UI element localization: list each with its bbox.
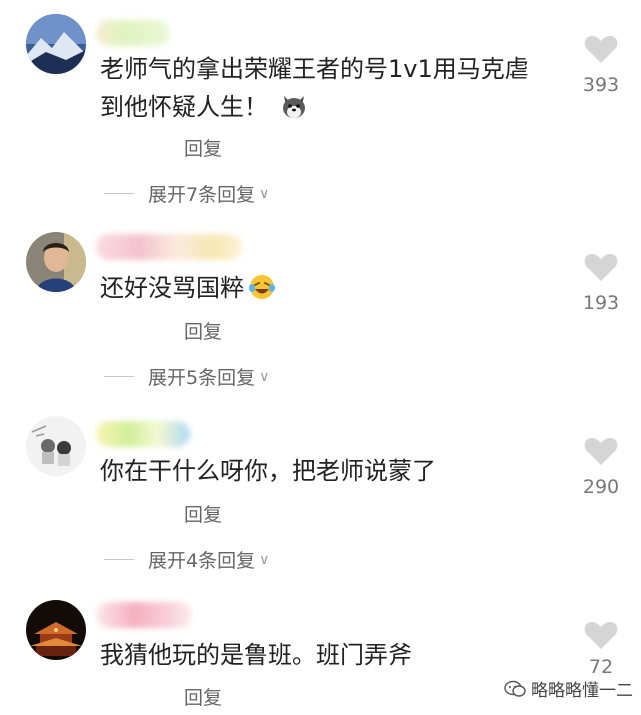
expand-replies-button[interactable]: 展开5条回复 ∨: [104, 363, 269, 390]
watermark: 略略略懂一二: [504, 676, 633, 701]
like-count: 193: [582, 292, 620, 314]
divider-line: [104, 193, 134, 194]
expand-replies-button[interactable]: 展开4条回复 ∨: [104, 546, 269, 573]
avatar[interactable]: [26, 600, 86, 660]
divider-line: [104, 376, 134, 377]
heart-icon: [584, 35, 618, 63]
username-blurred[interactable]: [96, 234, 242, 260]
username-blurred[interactable]: [96, 421, 190, 447]
avatar[interactable]: [26, 14, 86, 74]
comment-text: 还好没骂国粹: [100, 269, 276, 307]
like-button[interactable]: 290: [579, 436, 623, 498]
wechat-icon: [504, 680, 526, 697]
comment-text: 老师气的拿出荣耀王者的号1v1用马克虐: [100, 55, 529, 83]
chevron-down-icon: ∨: [259, 185, 270, 202]
comment-text-line2: 到他怀疑人生！: [100, 93, 268, 121]
chevron-down-icon: ∨: [259, 551, 270, 568]
reply-button[interactable]: 回复: [184, 500, 222, 527]
heart-icon: [584, 253, 618, 281]
laughing-tears-emoji: [249, 275, 275, 299]
expand-replies-label: 展开5条回复: [148, 367, 256, 389]
username-blurred[interactable]: [96, 20, 170, 46]
avatar[interactable]: [26, 232, 86, 292]
reply-button[interactable]: 回复: [184, 134, 222, 161]
like-button[interactable]: 72: [579, 620, 623, 678]
expand-replies-button[interactable]: 展开7条回复 ∨: [104, 180, 269, 207]
like-count: 72: [588, 656, 614, 678]
username-blurred[interactable]: [96, 602, 192, 628]
like-button[interactable]: 393: [579, 34, 623, 96]
like-count: 393: [582, 74, 620, 96]
comment-text: 你在干什么呀你，把老师说蒙了: [100, 457, 436, 485]
husky-dog-emoji: [283, 96, 305, 118]
avatar[interactable]: [26, 416, 86, 476]
reply-button[interactable]: 回复: [184, 683, 222, 710]
like-count: 290: [582, 476, 620, 498]
chevron-down-icon: ∨: [259, 368, 270, 385]
comment-text-continued: 到他怀疑人生！: [100, 88, 308, 126]
heart-icon: [584, 437, 618, 465]
divider-line: [104, 559, 134, 560]
reply-button[interactable]: 回复: [184, 317, 222, 344]
expand-replies-label: 展开7条回复: [148, 184, 256, 206]
expand-replies-label: 展开4条回复: [148, 550, 256, 572]
watermark-text: 略略略懂一二: [531, 681, 633, 701]
comment-text-line1: 还好没骂国粹: [100, 274, 244, 302]
heart-icon: [584, 621, 618, 649]
comment-text: 我猜他玩的是鲁班。班门弄斧: [100, 641, 412, 669]
like-button[interactable]: 193: [579, 252, 623, 314]
